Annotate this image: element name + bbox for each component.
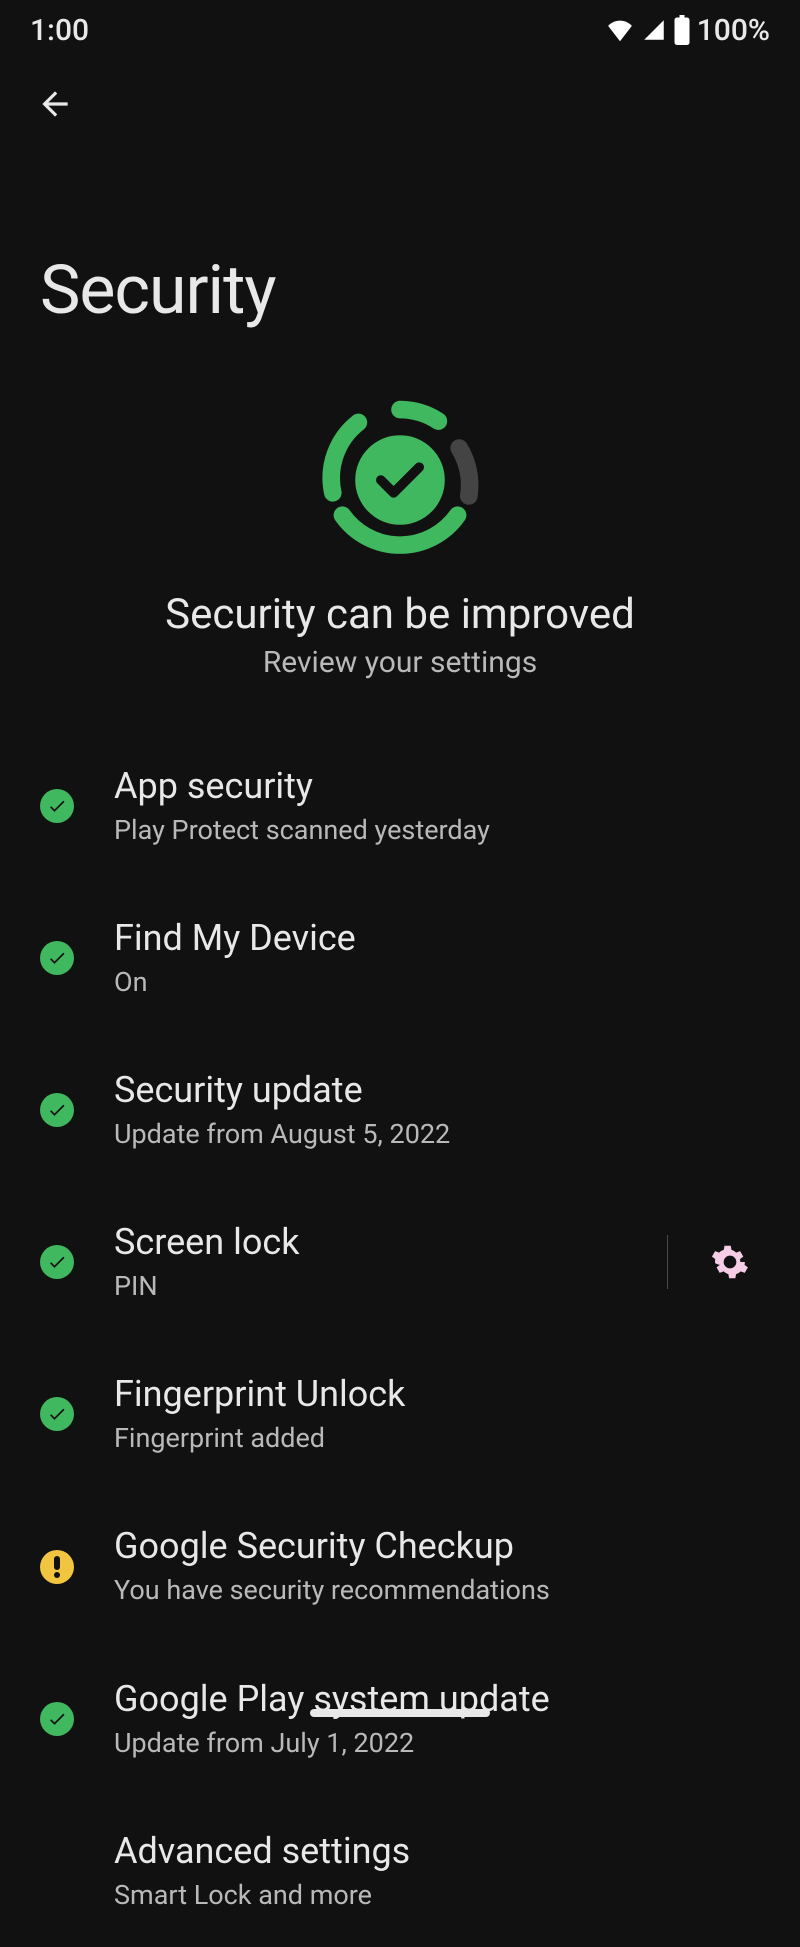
status-time: 1:00 <box>30 13 89 48</box>
back-button[interactable] <box>30 80 80 130</box>
divider <box>667 1235 668 1289</box>
item-title: Security update <box>114 1068 760 1113</box>
item-title: Fingerprint Unlock <box>114 1372 760 1417</box>
alert-icon <box>40 1550 74 1584</box>
security-item[interactable]: Google Play system updateUpdate from Jul… <box>0 1643 800 1795</box>
item-subtitle: You have security recommendations <box>114 1573 760 1608</box>
check-icon <box>40 1397 74 1431</box>
check-icon <box>40 941 74 975</box>
item-text: Fingerprint Unlock Fingerprint added <box>114 1372 760 1456</box>
security-item[interactable]: Find My Device On <box>0 882 800 1034</box>
item-title: Find My Device <box>114 916 760 961</box>
summary-subtitle: Review your settings <box>263 645 537 680</box>
arrow-left-icon <box>36 85 74 126</box>
check-icon <box>40 1093 74 1127</box>
item-text: Google Security Checkup You have security… <box>114 1524 760 1608</box>
security-summary: Security can be improved Review your set… <box>0 380 800 730</box>
security-item[interactable]: App security Play Protect scanned yesterd… <box>0 730 800 882</box>
item-subtitle: Play Protect scanned yesterday <box>114 813 760 848</box>
security-status-icon <box>320 400 480 560</box>
item-subtitle: PIN <box>114 1269 627 1304</box>
item-text: App security Play Protect scanned yesterd… <box>114 764 760 848</box>
check-icon <box>40 1702 74 1736</box>
summary-title: Security can be improved <box>165 590 635 639</box>
item-text: Find My Device On <box>114 916 760 1000</box>
item-subtitle: Fingerprint added <box>114 1421 760 1456</box>
item-text: Google Play system updateUpdate from Jul… <box>114 1677 760 1761</box>
status-bar: 1:00 100% <box>0 0 800 60</box>
status-right: 100% <box>605 13 770 48</box>
item-title: Screen lock <box>114 1220 627 1265</box>
security-item[interactable]: Screen lock PIN <box>0 1186 800 1338</box>
security-list: App security Play Protect scanned yesterd… <box>0 730 800 1947</box>
item-subtitle: Update from July 1, 2022 <box>114 1726 760 1761</box>
gesture-nav-handle[interactable] <box>310 1709 490 1717</box>
toolbar <box>0 60 800 140</box>
item-title: App security <box>114 764 760 809</box>
item-subtitle: Smart Lock and more <box>114 1878 760 1913</box>
battery-percent: 100% <box>697 13 770 48</box>
item-subtitle: On <box>114 965 760 1000</box>
wifi-icon <box>605 15 635 45</box>
item-text: Advanced settings Smart Lock and more <box>114 1829 760 1913</box>
item-text: Screen lock PIN <box>114 1220 627 1304</box>
security-item[interactable]: Google Security Checkup You have security… <box>0 1490 800 1642</box>
item-subtitle: Update from August 5, 2022 <box>114 1117 760 1152</box>
item-title: Google Security Checkup <box>114 1524 760 1569</box>
page-title: Security <box>0 140 800 380</box>
security-item[interactable]: Advanced settings Smart Lock and more <box>0 1795 800 1947</box>
security-item[interactable]: Security update Update from August 5, 202… <box>0 1034 800 1186</box>
check-icon <box>40 1245 74 1279</box>
gear-icon[interactable] <box>708 1240 752 1284</box>
item-title: Advanced settings <box>114 1829 760 1874</box>
security-item[interactable]: Fingerprint Unlock Fingerprint added <box>0 1338 800 1490</box>
check-icon <box>40 789 74 823</box>
cellular-icon <box>641 17 667 43</box>
battery-icon <box>673 15 691 45</box>
item-text: Security update Update from August 5, 202… <box>114 1068 760 1152</box>
